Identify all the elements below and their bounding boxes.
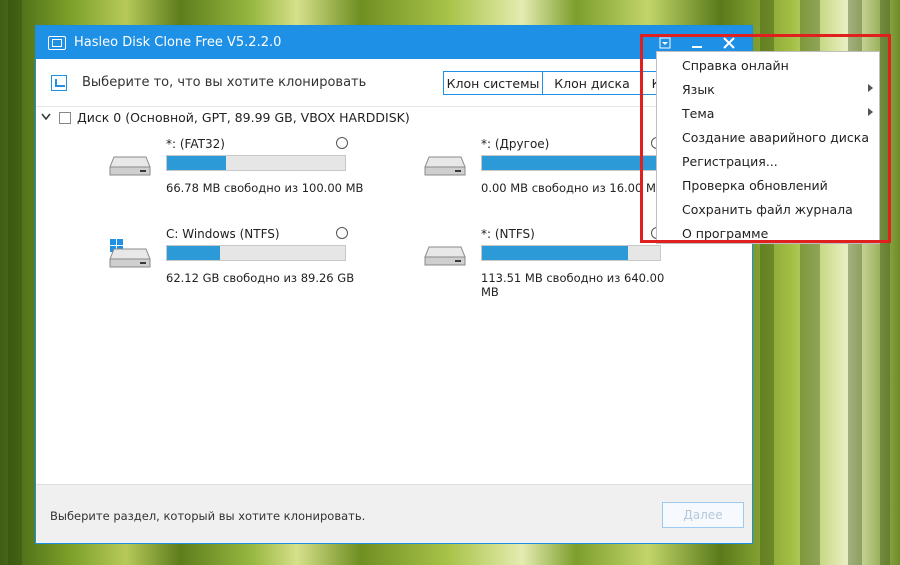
title-bar: Hasleo Disk Clone Free V5.2.2.0 — [36, 26, 752, 59]
usage-fill — [167, 246, 221, 260]
close-icon — [723, 36, 735, 49]
menu-item-registration[interactable]: Регистрация... — [657, 149, 879, 173]
partition-radio[interactable] — [336, 137, 348, 149]
menu-item-label: Регистрация... — [682, 153, 778, 169]
drive-icon — [424, 246, 466, 266]
menu-item-label: Справка онлайн — [682, 57, 789, 73]
menu-item-label: Сохранить файл журнала — [682, 201, 853, 217]
window-title: Hasleo Disk Clone Free V5.2.2.0 — [74, 35, 282, 50]
partition-name: *: (NTFS) — [481, 227, 535, 241]
footer-bar: Выберите раздел, который вы хотите клони… — [36, 484, 752, 543]
free-space-label: 113.51 MB свободно из 640.00 MB — [481, 271, 665, 299]
chevron-down-icon[interactable] — [41, 113, 51, 123]
usage-bar — [481, 245, 661, 261]
partition-card[interactable]: C: Windows (NTFS) 62.12 GB свободно из 8… — [109, 227, 369, 287]
usage-fill — [482, 246, 628, 260]
app-menu: Справка онлайн Язык Тема Создание аварий… — [656, 51, 880, 244]
partition-card[interactable]: *: (NTFS) 113.51 MB свободно из 640.00 M… — [424, 227, 684, 299]
usage-bar — [166, 155, 346, 171]
toolbar-prompt: Выберите то, что вы хотите клонировать — [82, 75, 367, 90]
usage-fill — [482, 156, 660, 170]
clone-select-icon — [51, 75, 67, 91]
drive-icon — [109, 156, 151, 176]
partition-radio[interactable] — [336, 227, 348, 239]
free-space-label: 66.78 MB свободно из 100.00 MB — [166, 181, 364, 195]
minimize-icon — [692, 45, 702, 48]
next-button[interactable]: Далее — [662, 502, 744, 528]
menu-item-label: Проверка обновлений — [682, 177, 828, 193]
drive-icon — [424, 156, 466, 176]
partition-name: *: (FAT32) — [166, 137, 225, 151]
status-text: Выберите раздел, который вы хотите клони… — [50, 509, 366, 523]
menu-item-label: О программе — [682, 225, 769, 241]
free-space-label: 0.00 MB свободно из 16.00 MB — [481, 181, 664, 195]
disk-checkbox[interactable] — [59, 111, 71, 124]
disk-row: Диск 0 (Основной, GPT, 89.99 GB, VBOX HA… — [41, 110, 410, 125]
disk-label: Диск 0 (Основной, GPT, 89.99 GB, VBOX HA… — [77, 110, 410, 125]
menu-chevron-icon — [659, 37, 671, 48]
partition-card[interactable]: *: (Другое) 0.00 MB свободно из 16.00 MB — [424, 137, 684, 197]
app-logo-icon — [48, 35, 66, 50]
menu-item-about[interactable]: О программе — [657, 221, 879, 245]
partition-card[interactable]: *: (FAT32) 66.78 MB свободно из 100.00 M… — [109, 137, 369, 197]
menu-item-label: Тема — [682, 105, 715, 121]
free-space-label: 62.12 GB свободно из 89.26 GB — [166, 271, 355, 285]
menu-item-label: Язык — [682, 81, 715, 97]
usage-bar — [166, 245, 346, 261]
tab-system-clone[interactable]: Клон системы — [443, 71, 543, 95]
windows-drive-icon — [109, 239, 151, 268]
menu-item-label: Создание аварийного диска — [682, 129, 870, 145]
menu-item-theme[interactable]: Тема — [657, 101, 879, 125]
menu-item-emergency-disk[interactable]: Создание аварийного диска — [657, 125, 879, 149]
usage-fill — [167, 156, 226, 170]
submenu-arrow-icon — [868, 84, 873, 92]
partition-name: C: Windows (NTFS) — [166, 227, 280, 241]
menu-item-language[interactable]: Язык — [657, 77, 879, 101]
submenu-arrow-icon — [868, 108, 873, 116]
partition-name: *: (Другое) — [481, 137, 550, 151]
menu-item-save-log[interactable]: Сохранить файл журнала — [657, 197, 879, 221]
app-window: Hasleo Disk Clone Free V5.2.2.0 Выберите… — [35, 25, 753, 544]
menu-item-check-updates[interactable]: Проверка обновлений — [657, 173, 879, 197]
menu-item-online-help[interactable]: Справка онлайн — [657, 53, 879, 77]
usage-bar — [481, 155, 661, 171]
tab-disk-clone[interactable]: Клон диска — [542, 71, 642, 95]
